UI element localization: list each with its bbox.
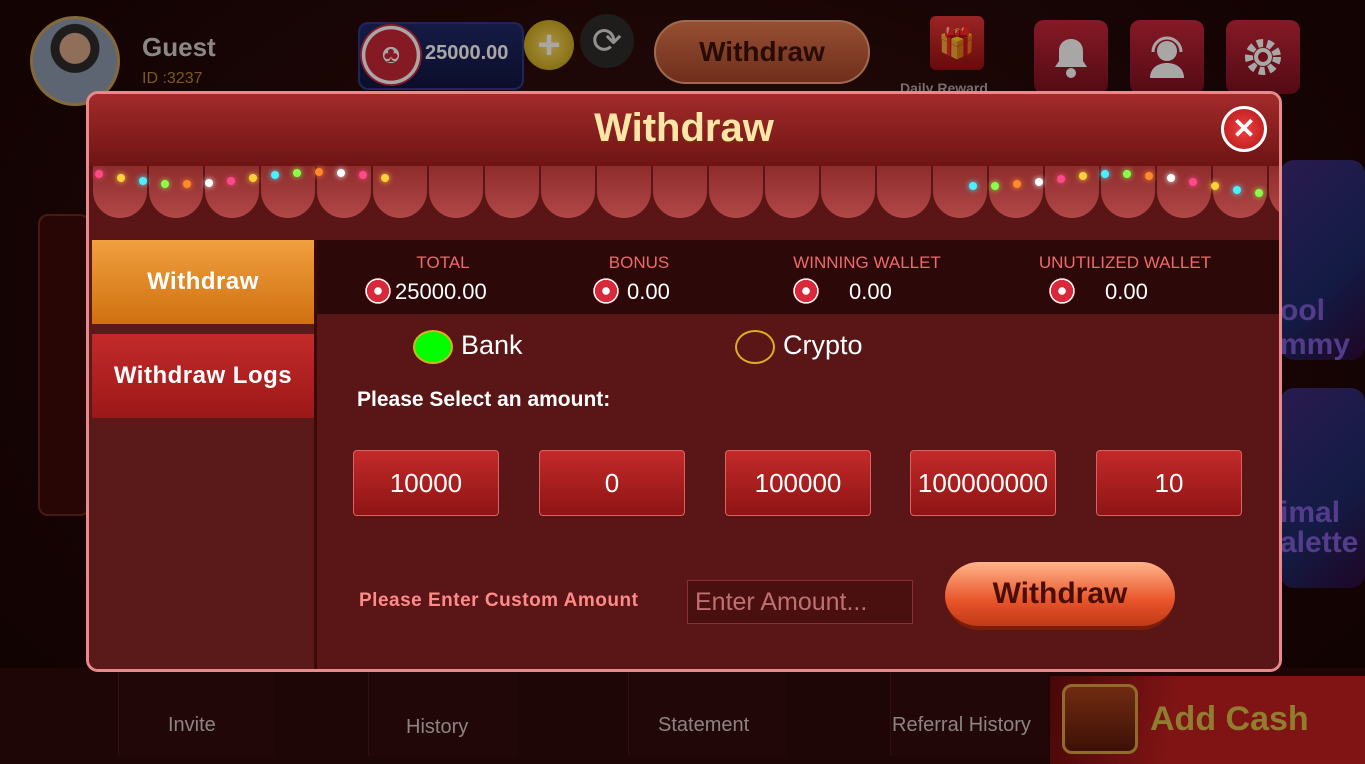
amount-option[interactable]: 100000000 xyxy=(910,450,1056,516)
close-button[interactable]: ✕ xyxy=(1221,106,1267,152)
chip-icon xyxy=(1049,278,1075,304)
chip-icon xyxy=(365,278,391,304)
chip-icon xyxy=(793,278,819,304)
amount-option[interactable]: 0 xyxy=(539,450,685,516)
wallet-total-value: 25000.00 xyxy=(395,279,487,304)
wallet-bonus-value: 0.00 xyxy=(627,279,670,304)
chip-icon xyxy=(593,278,619,304)
wallet-winning-label: WINNING WALLET xyxy=(793,253,941,272)
awning-scallop xyxy=(429,166,483,218)
tab-withdraw-logs[interactable]: Withdraw Logs xyxy=(92,334,314,418)
light-bulb xyxy=(1079,171,1087,180)
light-bulb xyxy=(1255,189,1263,198)
wallet-unutilized-value: 0.00 xyxy=(1105,279,1148,304)
light-bulb xyxy=(1145,171,1153,180)
select-amount-label: Please Select an amount: xyxy=(357,388,611,411)
radio-bank-label: Bank xyxy=(461,330,523,360)
awning-scallop xyxy=(261,166,315,218)
light-bulb xyxy=(359,171,367,180)
awning-scallop xyxy=(877,166,931,218)
wallet-total-label: TOTAL xyxy=(416,253,470,272)
awning-scallop xyxy=(541,166,595,218)
awning-scallop xyxy=(597,166,651,218)
light-bulb xyxy=(991,181,999,190)
custom-amount-label: Please Enter Custom Amount xyxy=(359,590,639,611)
light-bulb xyxy=(1035,177,1043,186)
wallet-unutilized-label: UNUTILIZED WALLET xyxy=(1038,253,1212,272)
tab-withdraw[interactable]: Withdraw xyxy=(92,240,314,324)
amount-option[interactable]: 100000 xyxy=(725,450,871,516)
withdraw-content: TOTAL 25000.00 BONUS 0.00 WINNING WALLET… xyxy=(317,240,1279,669)
light-bulb xyxy=(337,168,345,177)
light-bulb xyxy=(161,179,169,188)
awning-scallop xyxy=(933,166,987,218)
awning-scallop xyxy=(1045,166,1099,218)
submit-withdraw-button[interactable]: Withdraw xyxy=(945,562,1175,630)
light-bulb xyxy=(969,182,977,190)
amount-option[interactable]: 10 xyxy=(1096,450,1242,516)
awning-scallop xyxy=(765,166,819,218)
wallet-summary: TOTAL 25000.00 BONUS 0.00 WINNING WALLET… xyxy=(317,240,1279,314)
light-bulb xyxy=(1057,174,1065,183)
withdraw-modal: Withdraw ✕ Withdraw Withdraw Logs TOTAL … xyxy=(86,91,1282,672)
awning-scallop xyxy=(485,166,539,218)
radio-crypto-label: Crypto xyxy=(783,330,863,360)
light-bulb xyxy=(227,177,235,186)
wallet-bonus-label: BONUS xyxy=(608,253,670,272)
awning-scallop xyxy=(1157,166,1211,218)
amount-option[interactable]: 10000 xyxy=(353,450,499,516)
awning-scallop xyxy=(821,166,875,218)
awning-scallop xyxy=(149,166,203,218)
radio-bank[interactable] xyxy=(413,330,453,364)
modal-title: Withdraw xyxy=(594,106,774,150)
awning-scallop xyxy=(709,166,763,218)
awning-scallop xyxy=(373,166,427,218)
awning-scallop xyxy=(653,166,707,218)
awning-scallop xyxy=(989,166,1043,218)
wallet-winning-value: 0.00 xyxy=(849,279,892,304)
custom-amount-input[interactable] xyxy=(687,580,913,624)
light-bulb xyxy=(95,170,103,178)
radio-crypto[interactable] xyxy=(735,330,775,364)
modal-sidebar: Withdraw Withdraw Logs xyxy=(89,240,317,669)
